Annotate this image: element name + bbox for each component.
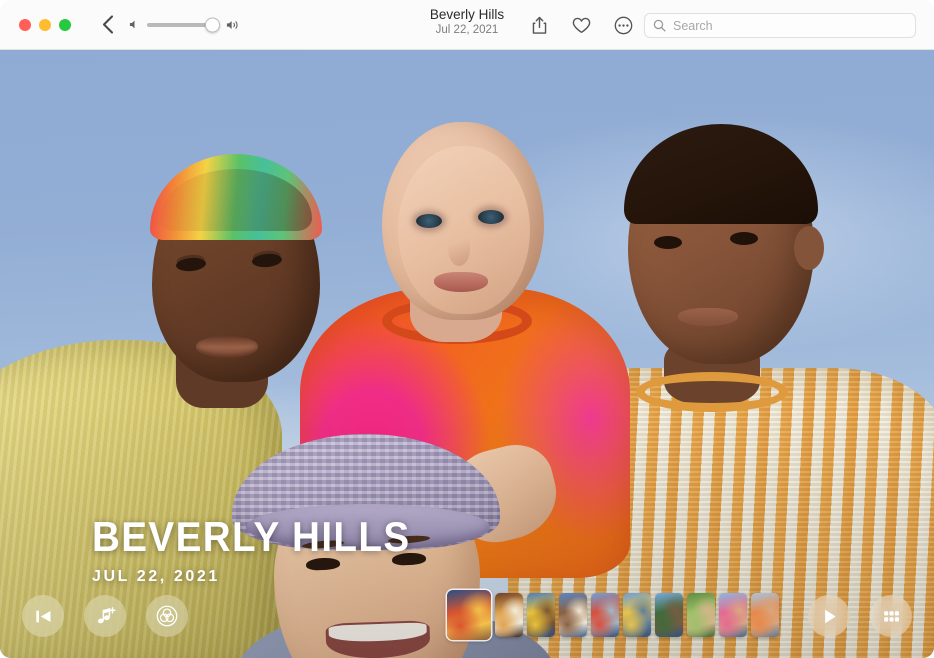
thumbnail-8[interactable] xyxy=(687,593,715,637)
memory-title-overlay: BEVERLY HILLS JUL 22, 2021 xyxy=(92,515,438,586)
thumbnail-image xyxy=(495,593,523,637)
grid-view-button[interactable] xyxy=(870,595,912,637)
thumbnail-5[interactable] xyxy=(591,593,619,637)
volume-slider-knob[interactable] xyxy=(205,17,220,32)
music-note-plus-icon xyxy=(95,606,116,627)
thumbnail-4[interactable] xyxy=(559,593,587,637)
share-icon xyxy=(531,16,548,35)
thumbnail-3[interactable] xyxy=(527,593,555,637)
person-center-eye-right xyxy=(478,210,504,224)
share-button[interactable] xyxy=(528,14,550,36)
close-window-button[interactable] xyxy=(19,19,31,31)
add-music-button[interactable] xyxy=(84,595,126,637)
volume-control[interactable] xyxy=(129,19,241,31)
thumbnail-image xyxy=(447,590,491,640)
memory-title-text: BEVERLY HILLS xyxy=(92,515,411,559)
thumbnail-2[interactable] xyxy=(495,593,523,637)
thumbnail-6[interactable] xyxy=(623,593,651,637)
thumbnail-9[interactable] xyxy=(719,593,747,637)
speaker-low-icon xyxy=(129,19,140,30)
heart-icon xyxy=(572,17,591,34)
thumbnail-1[interactable] xyxy=(447,590,491,640)
person-right-lips xyxy=(678,308,738,326)
skip-back-icon xyxy=(34,608,53,625)
thumbnail-image xyxy=(527,593,555,637)
thumbnail-image xyxy=(751,593,779,637)
volume-slider-track[interactable] xyxy=(147,23,219,27)
person-right-ear xyxy=(794,226,824,270)
chevron-left-icon xyxy=(102,15,114,34)
more-options-button[interactable] xyxy=(612,14,634,36)
maximize-window-button[interactable] xyxy=(59,19,71,31)
speaker-high-icon xyxy=(226,19,241,31)
memory-photo-stage[interactable]: BEVERLY HILLS JUL 22, 2021 xyxy=(0,50,934,658)
person-left-lips xyxy=(196,336,258,358)
thumbnail-7[interactable] xyxy=(655,593,683,637)
memory-date-text: JUL 22, 2021 xyxy=(92,568,438,586)
more-circle-icon xyxy=(614,16,633,35)
person-front-teeth xyxy=(328,622,427,642)
person-right-eye-right xyxy=(730,232,758,245)
person-right-collar xyxy=(636,372,788,412)
thumbnail-filmstrip[interactable] xyxy=(447,590,779,640)
window-toolbar: Beverly Hills Jul 22, 2021 xyxy=(0,0,934,50)
person-right-eye-left xyxy=(654,236,682,249)
thumbnail-image xyxy=(559,593,587,637)
thumbnail-image xyxy=(687,593,715,637)
play-button[interactable] xyxy=(808,595,850,637)
thumbnail-10[interactable] xyxy=(751,593,779,637)
toolbar-actions xyxy=(528,0,634,50)
search-icon xyxy=(653,19,666,32)
person-center-nose xyxy=(448,232,470,266)
grid-icon xyxy=(882,608,901,625)
play-icon xyxy=(820,607,839,626)
favorite-button[interactable] xyxy=(570,14,592,36)
color-filters-icon xyxy=(156,605,178,627)
filters-button[interactable] xyxy=(146,595,188,637)
person-center-lips xyxy=(434,272,488,292)
search-field[interactable]: Search xyxy=(644,13,916,38)
thumbnail-image xyxy=(591,593,619,637)
previous-button[interactable] xyxy=(22,595,64,637)
thumbnail-image xyxy=(655,593,683,637)
photos-memory-window: Beverly Hills Jul 22, 2021 xyxy=(0,0,934,658)
thumbnail-image xyxy=(623,593,651,637)
person-center-eye-left xyxy=(416,214,442,228)
back-button[interactable] xyxy=(98,13,118,37)
minimize-window-button[interactable] xyxy=(39,19,51,31)
thumbnail-image xyxy=(719,593,747,637)
search-input[interactable]: Search xyxy=(673,19,713,33)
traffic-lights xyxy=(19,19,71,31)
